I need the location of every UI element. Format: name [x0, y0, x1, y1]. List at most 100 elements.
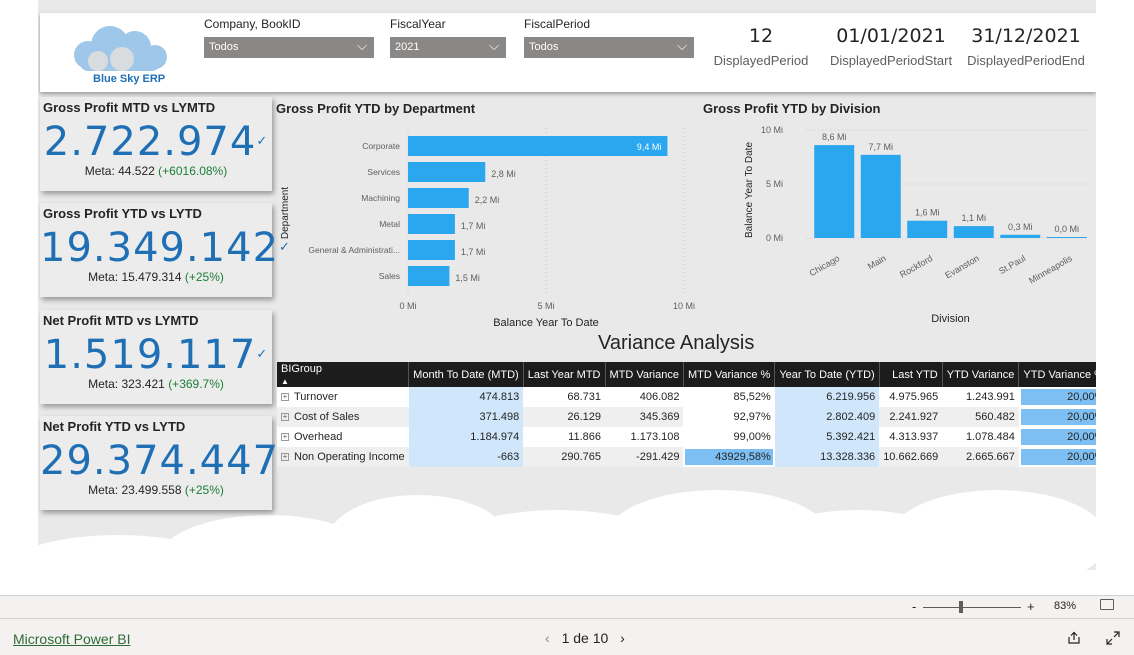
chevron-down-icon: ⌵ [677, 38, 687, 53]
kpi-net-profit-ytd: Net Profit YTD vs LYTD 29.374.447✓ Meta:… [40, 416, 290, 510]
kpi-meta: Meta: 323.421 [88, 377, 165, 391]
cell-mtd-var: 1.173.108 [605, 427, 684, 447]
chart-department-title: Gross Profit YTD by Department [276, 101, 476, 116]
column-header[interactable]: YTD Variance % [1018, 362, 1096, 387]
cell-ytd-var: 2.665.667 [942, 447, 1019, 467]
table-row[interactable]: + Overhead 1.184.974 11.866 1.173.108 99,00% 5… [277, 427, 1096, 447]
data-label: 2,8 Mi [491, 169, 516, 179]
cell-ly-mtd: 290.765 [523, 447, 605, 467]
kpi-value: 29.374.447 [40, 438, 280, 484]
zoom-slider-track[interactable] [923, 607, 1021, 608]
zoom-in-button[interactable]: + [1027, 599, 1035, 614]
header-panel: Blue Sky ERP Company, BookID Todos ⌵ Fis… [40, 13, 1096, 92]
data-label: 0,3 Mi [1008, 222, 1033, 232]
prev-page-button[interactable]: ‹ [545, 630, 550, 646]
next-page-button[interactable]: › [620, 630, 625, 646]
column-header[interactable]: Month To Date (MTD) [408, 362, 524, 387]
fullscreen-icon[interactable] [1106, 631, 1120, 645]
y-tick-label: Sales [379, 271, 400, 281]
kpi-value: 1.519.117 [43, 332, 257, 378]
chevron-down-icon: ⌵ [357, 38, 367, 53]
y-tick-label: Machining [361, 193, 400, 203]
slicer-fiscal-year: FiscalYear 2021 ⌵ [390, 17, 506, 58]
column-header[interactable]: BIGroup ▲ [277, 362, 410, 387]
data-label: 1,7 Mi [461, 221, 486, 231]
cell-ytd: 6.219.956 [774, 387, 880, 407]
zoom-slider-thumb[interactable] [959, 601, 963, 613]
data-label: 1,5 Mi [455, 273, 480, 283]
column-header[interactable]: MTD Variance % [683, 362, 776, 387]
slicer-fiscal-year-dropdown[interactable]: 2021 ⌵ [390, 37, 506, 58]
y-tick-label: Metal [379, 219, 400, 229]
cell-mtd: 1.184.974 [408, 427, 524, 447]
cell-ly-mtd: 26.129 [523, 407, 605, 427]
share-icon[interactable] [1067, 631, 1081, 645]
cell-ytd: 5.392.421 [774, 427, 880, 447]
table-header-row: BIGroup ▲ Month To Date (MTD) Last Year M… [277, 362, 1096, 387]
cell-mtd-pct: 85,52% [683, 387, 775, 407]
bar [408, 136, 668, 156]
column-header[interactable]: Last YTD [879, 362, 943, 387]
x-tick-label: Evanston [943, 253, 981, 280]
cell-ytd: 2.802.409 [774, 407, 880, 427]
y-tick-label: 0 Mi [766, 233, 783, 243]
cell-last-ytd: 2.241.927 [879, 407, 943, 427]
zoom-out-button[interactable]: - [912, 599, 916, 614]
kpi-meta: Meta: 15.479.314 [88, 270, 182, 284]
cell-group: + Cost of Sales [277, 407, 409, 427]
expand-icon[interactable]: + [281, 413, 289, 422]
slicer-fiscal-period-dropdown[interactable]: Todos ⌵ [524, 37, 694, 58]
cell-ytd-pct: 20,00% [1018, 407, 1096, 427]
bar [907, 220, 948, 238]
x-tick-label: Main [866, 253, 888, 271]
pager: ‹ 1 de 10 › [537, 630, 633, 646]
column-header[interactable]: Year To Date (YTD) [774, 362, 880, 387]
fit-to-page-icon[interactable] [1100, 599, 1114, 610]
x-tick-label: 5 Mi [537, 301, 554, 311]
variance-title: Variance Analysis [598, 332, 755, 354]
expand-icon[interactable]: + [281, 453, 289, 462]
x-axis-label: Division [931, 313, 970, 325]
checkmark-icon: ✓ [256, 347, 269, 362]
cell-ytd-pct: 20,00% [1018, 447, 1096, 467]
kpi-title: Net Profit YTD vs LYTD [43, 419, 186, 434]
cell-mtd-var: -291.429 [605, 447, 684, 467]
column-header[interactable]: MTD Variance [605, 362, 684, 387]
cell-mtd-pct: 99,00% [683, 427, 775, 447]
variance-table: BIGroup ▲ Month To Date (MTD) Last Year M… [277, 362, 1096, 467]
slicer-fiscal-year-label: FiscalYear [390, 17, 446, 31]
expand-icon[interactable]: + [281, 433, 289, 442]
chevron-down-icon: ⌵ [489, 38, 499, 53]
x-tick-label: Minneapolis [1027, 253, 1074, 286]
table-row[interactable]: + Turnover 474.813 68.731 406.082 85,52% 6.219… [277, 387, 1096, 407]
x-tick-label: St.Paul [997, 253, 1027, 276]
bar [408, 162, 486, 182]
zoom-level: 83% [1054, 600, 1077, 612]
cell-ytd-pct: 20,00% [1018, 387, 1096, 407]
cell-group: + Turnover [277, 387, 409, 407]
column-header[interactable]: Last Year MTD [523, 362, 606, 387]
table-row[interactable]: + Non Operating Income -663 290.765 -291.429… [277, 447, 1096, 467]
expand-icon[interactable]: + [281, 393, 289, 402]
kpi-title: Net Profit MTD vs LYMTD [43, 313, 199, 328]
power-bi-link[interactable]: Microsoft Power BI [13, 631, 130, 647]
blue-sky-erp-logo: Blue Sky ERP [74, 26, 167, 85]
slicer-company-dropdown[interactable]: Todos ⌵ [204, 37, 374, 58]
y-tick-label: 5 Mi [766, 179, 783, 189]
card-value: 01/01/2021 [836, 25, 946, 47]
chart-division-title: Gross Profit YTD by Division [703, 101, 881, 116]
kpi-net-profit-mtd: Net Profit MTD vs LYMTD 1.519.117✓ Meta:… [40, 310, 272, 404]
slicer-company: Company, BookID Todos ⌵ [204, 17, 374, 58]
cell-mtd: -663 [408, 447, 524, 467]
y-axis-label: Department [280, 187, 291, 239]
data-label: 0,0 Mi [1054, 224, 1079, 234]
column-header[interactable]: YTD Variance [942, 362, 1020, 387]
cell-mtd-var: 345.369 [605, 407, 684, 427]
kpi-meta: Meta: 44.522 [84, 164, 155, 178]
x-tick-label: Chicago [808, 253, 842, 278]
checkmark-icon: ✓ [256, 134, 269, 149]
table-row[interactable]: + Cost of Sales 371.498 26.129 345.369 92,97%… [277, 407, 1096, 427]
bar [408, 214, 455, 234]
card-value: 31/12/2021 [971, 25, 1081, 47]
kpi-title: Gross Profit YTD vs LYTD [43, 206, 202, 221]
